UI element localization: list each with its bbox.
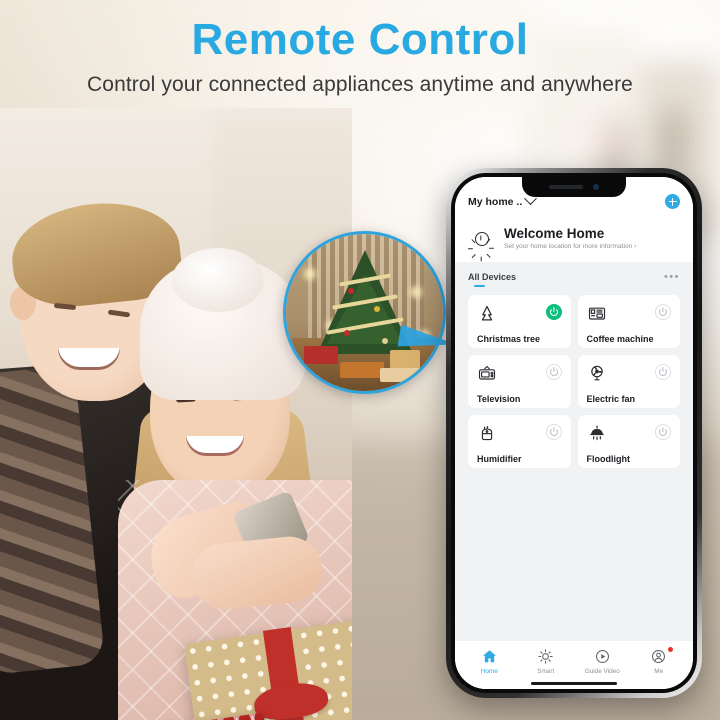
device-name: Humidifier [477, 454, 522, 464]
play-icon [594, 648, 611, 665]
page-subtitle: Control your connected appliances anytim… [87, 73, 633, 96]
home-name-label: My home .. [468, 195, 523, 208]
nav-label: Smart [537, 668, 555, 675]
more-horizontal-icon[interactable]: ••• [664, 272, 680, 283]
bottom-navigation: Home Smart Guide Video Me [455, 641, 693, 678]
device-filter-bar: All Devices ••• [455, 262, 693, 287]
floodlight-icon [587, 424, 607, 444]
power-toggle-electric-fan[interactable] [655, 364, 671, 380]
humidifier-icon [477, 424, 497, 444]
device-name: Floodlight [586, 454, 630, 464]
device-card-television[interactable]: Television [468, 355, 571, 408]
nav-item-smart[interactable]: Smart [518, 648, 575, 675]
power-toggle-humidifier[interactable] [545, 424, 562, 440]
christmas-tree-inset-photo [283, 231, 446, 394]
power-toggle-coffee-machine[interactable] [655, 304, 671, 320]
christmas-tree-icon [477, 304, 497, 324]
lifestyle-photo [0, 108, 352, 720]
device-grid: Christmas tree Coffee machine Television… [455, 287, 693, 468]
app-content: Welcome Home Set your home location for … [455, 216, 693, 641]
notification-badge [668, 647, 673, 652]
promo-text-block: Remote Control Control your connected ap… [0, 15, 720, 96]
device-name: Christmas tree [477, 334, 541, 344]
device-name: Coffee machine [586, 334, 654, 344]
promo-banner: Remote Control Control your connected ap… [0, 0, 720, 720]
nav-item-guide-video[interactable]: Guide Video [574, 648, 631, 675]
nav-label: Home [480, 668, 498, 675]
nav-label: Me [654, 668, 664, 675]
device-name: Television [477, 394, 521, 404]
television-icon [477, 364, 497, 384]
add-device-button[interactable] [665, 194, 680, 209]
power-toggle-television[interactable] [545, 364, 562, 380]
home-indicator[interactable] [455, 678, 693, 689]
welcome-subtitle: Set your home location for more informat… [504, 243, 637, 251]
device-card-floodlight[interactable]: Floodlight [577, 415, 680, 468]
front-camera-icon [593, 184, 599, 190]
welcome-banner[interactable]: Welcome Home Set your home location for … [455, 216, 693, 262]
sun-icon [468, 225, 494, 262]
power-toggle-floodlight[interactable] [655, 424, 671, 440]
nav-item-home[interactable]: Home [461, 648, 518, 675]
earpiece-speaker [549, 185, 583, 189]
electric-fan-icon [587, 364, 607, 384]
nav-label: Guide Video [584, 668, 620, 675]
phone-mockup: My home .. Welcome Home Set your home lo… [446, 168, 702, 698]
page-title: Remote Control [191, 15, 529, 64]
phone-screen: My home .. Welcome Home Set your home lo… [455, 177, 693, 689]
home-selector[interactable]: My home .. [468, 192, 538, 208]
welcome-title: Welcome Home [504, 225, 605, 241]
account-icon [650, 648, 667, 665]
coffee-machine-icon [587, 304, 607, 324]
device-name: Electric fan [586, 394, 636, 404]
phone-notch [522, 177, 626, 197]
smart-sun-icon [537, 648, 554, 665]
device-card-humidifier[interactable]: Humidifier [468, 415, 571, 468]
home-icon [481, 648, 498, 665]
power-toggle-christmas-tree[interactable] [545, 304, 562, 320]
device-card-christmas-tree[interactable]: Christmas tree [468, 295, 571, 348]
tab-all-devices[interactable]: All Devices [468, 272, 516, 287]
nav-item-me[interactable]: Me [631, 647, 688, 675]
device-card-coffee-machine[interactable]: Coffee machine [577, 295, 680, 348]
device-card-electric-fan[interactable]: Electric fan [577, 355, 680, 408]
